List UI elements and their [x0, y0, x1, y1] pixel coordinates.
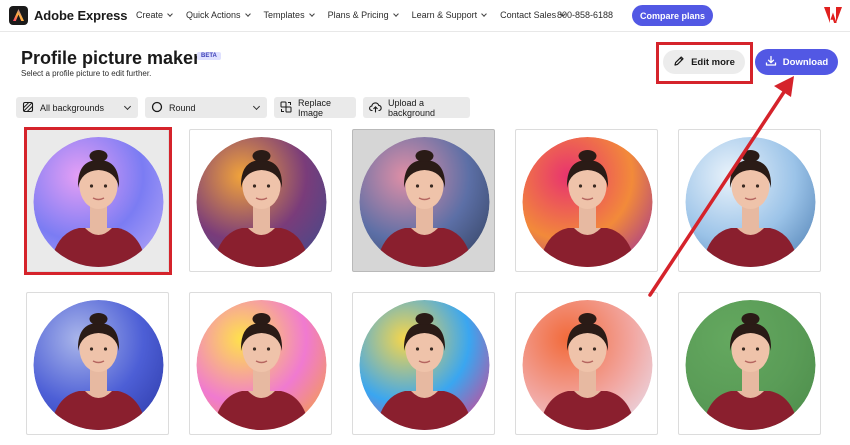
menu-item-create[interactable]: Create [136, 10, 173, 20]
shape-dropdown-label: Round [169, 102, 196, 113]
menu-item-learn-support[interactable]: Learn & Support [412, 10, 487, 20]
background-blue-glow [685, 137, 816, 267]
upload-background-label: Upload a background [388, 97, 436, 118]
top-navbar: Adobe Express Create Quick Actions Templ… [0, 0, 850, 32]
brand-name[interactable]: Adobe Express [34, 8, 127, 23]
backgrounds-dropdown-label: All backgrounds [40, 102, 105, 113]
menu-item-label: Contact Sales [500, 10, 557, 20]
main-menu: Create Quick Actions Templates Plans & P… [136, 10, 567, 20]
arrow-head [774, 76, 794, 97]
profile-picture-card[interactable] [26, 292, 169, 435]
menu-item-plans-pricing[interactable]: Plans & Pricing [327, 10, 399, 20]
chevron-down-icon [123, 102, 132, 111]
menu-item-contact-sales[interactable]: Contact Sales [500, 10, 567, 20]
beta-badge: BETA [197, 52, 221, 60]
menu-item-label: Learn & Support [411, 10, 478, 20]
menu-item-label: Templates [263, 10, 305, 20]
profile-picture-card[interactable] [678, 292, 821, 435]
compare-plans-button[interactable]: Compare plans [632, 5, 713, 26]
upload-background-button[interactable]: Upload a background [363, 97, 470, 118]
background-blue-knit [33, 300, 164, 430]
backgrounds-dropdown[interactable]: All backgrounds [16, 97, 138, 118]
chevron-down-icon [244, 10, 251, 17]
chevron-down-icon [481, 10, 487, 17]
background-lavender-sparkle [33, 137, 164, 267]
profile-picture-card[interactable] [189, 292, 332, 435]
chevron-down-icon [167, 10, 173, 17]
profile-picture-card[interactable] [678, 129, 821, 272]
edit-more-button[interactable]: Edit more [663, 50, 745, 74]
page-subtitle: Select a profile picture to edit further… [21, 69, 152, 78]
background-sunset-gradient [196, 137, 327, 267]
edit-more-label: Edit more [691, 56, 735, 68]
replace-image-button[interactable]: Replace Image [274, 97, 356, 118]
circle-shape-icon [151, 101, 163, 115]
menu-item-quick-actions[interactable]: Quick Actions [186, 10, 251, 20]
menu-item-label: Quick Actions [186, 10, 241, 20]
shape-dropdown[interactable]: Round [145, 97, 267, 118]
profile-picture-card[interactable] [515, 292, 658, 435]
upload-cloud-icon [369, 101, 382, 115]
profile-picture-card[interactable] [352, 129, 495, 272]
chevron-down-icon [308, 10, 315, 17]
download-icon [765, 55, 777, 70]
profile-picture-card[interactable] [515, 129, 658, 272]
page-title: Profile picture maker [21, 48, 201, 68]
download-label: Download [782, 56, 829, 68]
replace-image-label: Replace Image [298, 97, 332, 118]
replace-image-icon [280, 101, 292, 115]
background-dusky-pink [359, 137, 490, 267]
background-coral-pastel [522, 300, 653, 430]
background-magenta-orange [522, 137, 653, 267]
adobe-express-logo-icon[interactable] [9, 6, 28, 25]
profile-picture-card[interactable] [189, 129, 332, 272]
menu-item-label: Create [136, 10, 164, 20]
background-yellow-pink [196, 300, 327, 430]
background-rainbow [359, 300, 490, 430]
menu-item-templates[interactable]: Templates [263, 10, 315, 20]
phone-number-link[interactable]: 800-858-6188 [557, 10, 613, 20]
profile-picture-card[interactable] [352, 292, 495, 435]
menu-item-label: Plans & Pricing [327, 10, 389, 20]
pencil-icon [673, 55, 685, 70]
no-background-icon [22, 101, 34, 115]
download-button[interactable]: Download [755, 49, 838, 75]
profile-picture-card[interactable] [26, 129, 169, 272]
adobe-logo-icon[interactable] [824, 7, 842, 28]
background-green [685, 300, 816, 430]
chevron-down-icon [392, 10, 399, 17]
chevron-down-icon [252, 102, 261, 111]
